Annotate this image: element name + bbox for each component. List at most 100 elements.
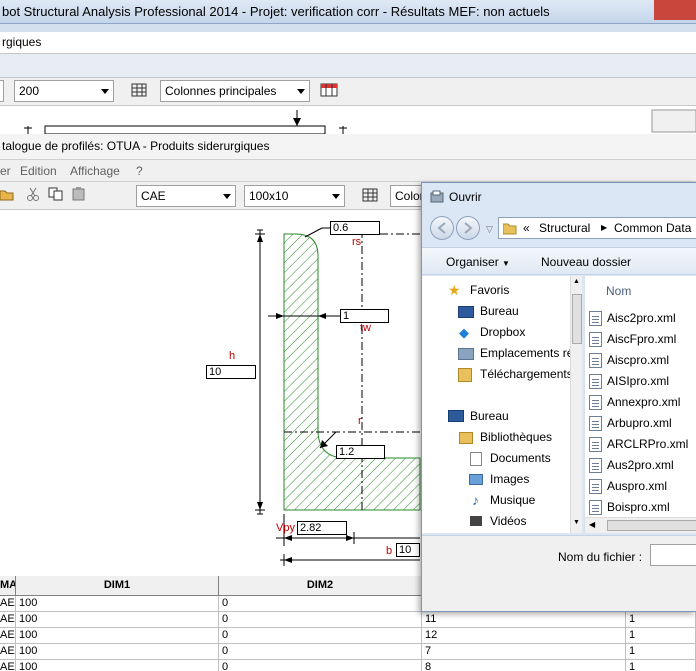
- nav-favorites[interactable]: Favoris: [470, 280, 509, 300]
- menu-file[interactable]: er: [0, 164, 11, 178]
- file-item[interactable]: Auspro.xml: [607, 476, 667, 496]
- filename-bar: Nom du fichier :: [422, 535, 696, 611]
- file-item[interactable]: Aiscpro.xml: [607, 350, 669, 370]
- cell-ma: AE: [0, 644, 16, 660]
- folder-icon: [502, 221, 517, 235]
- nav-fav-bureau[interactable]: Bureau: [480, 301, 519, 321]
- tw-input[interactable]: 1: [340, 309, 389, 323]
- table-icon[interactable]: [131, 82, 149, 100]
- h-label: h: [229, 350, 236, 362]
- cell-ma: AE: [0, 628, 16, 644]
- menu-help[interactable]: ?: [136, 164, 143, 178]
- nav-fav-downloads[interactable]: Téléchargements: [480, 364, 573, 384]
- table-row[interactable]: AE 100 0 7 1: [0, 644, 696, 660]
- h-input[interactable]: 10: [206, 365, 256, 379]
- file-item[interactable]: Arbupro.xml: [607, 413, 672, 433]
- nav-scroll-thumb[interactable]: [572, 294, 582, 344]
- xml-file-icon: [589, 437, 602, 452]
- main-window-frame: [0, 24, 696, 32]
- table-icon[interactable]: [362, 187, 380, 205]
- profile-combo[interactable]: 100x10: [244, 185, 345, 207]
- scroll-down-icon[interactable]: ▼: [573, 519, 580, 526]
- file-item[interactable]: ARCLRPro.xml: [607, 434, 688, 454]
- cell-col5: 1: [626, 612, 696, 628]
- new-folder-button[interactable]: Nouveau dossier: [541, 255, 631, 269]
- chevron-down-icon: [332, 194, 340, 199]
- paste-icon[interactable]: [71, 187, 89, 205]
- menu-edition[interactable]: Edition: [20, 164, 57, 178]
- main-window-title: bot Structural Analysis Professional 201…: [2, 4, 550, 19]
- table-settings-icon[interactable]: [320, 82, 338, 100]
- nav-images[interactable]: Images: [490, 469, 529, 489]
- file-hscrollbar[interactable]: ◀: [585, 517, 696, 533]
- columns-combo[interactable]: Colonnes principales: [160, 80, 310, 102]
- dialog-command-bar: Organiser ▼ Nouveau dossier: [422, 247, 696, 275]
- scroll-left-icon[interactable]: ◀: [589, 520, 595, 529]
- cut-icon[interactable]: [26, 187, 44, 205]
- file-item[interactable]: AISIpro.xml: [607, 371, 669, 391]
- cell-col5: 1: [626, 660, 696, 671]
- nav-scrollbar[interactable]: ▲ ▼: [570, 276, 582, 533]
- music-icon: ♪: [472, 492, 479, 508]
- r-label: r: [358, 415, 362, 427]
- table-row[interactable]: AE 100 0 11 1: [0, 612, 696, 628]
- back-button[interactable]: [430, 216, 454, 240]
- file-list: Nom Aisc2pro.xml AiscFpro.xml Aiscpro.xml A…: [584, 276, 696, 533]
- cell-col5: 1: [626, 628, 696, 644]
- file-item[interactable]: Aisc2pro.xml: [607, 308, 676, 328]
- desktop-icon: [448, 410, 464, 422]
- path-separator-icon: ▶: [601, 223, 608, 232]
- nav-libraries[interactable]: Bibliothèques: [480, 427, 552, 447]
- menu-affichage[interactable]: Affichage: [70, 164, 120, 178]
- cell-col5: 1: [626, 644, 696, 660]
- downloads-icon: [458, 368, 472, 382]
- rs-input[interactable]: 0.6: [330, 221, 380, 235]
- vpy-input[interactable]: 2.82: [297, 521, 347, 535]
- file-item[interactable]: Annexpro.xml: [607, 392, 680, 412]
- family-combo[interactable]: CAE: [136, 185, 236, 207]
- nav-musique[interactable]: Musique: [490, 490, 535, 510]
- filename-input[interactable]: [650, 544, 696, 566]
- catalog-title-bar: talogue de profilés: OTUA - Produits sid…: [0, 134, 696, 160]
- organize-button[interactable]: Organiser ▼: [446, 255, 510, 269]
- file-hscroll-thumb[interactable]: [607, 520, 696, 531]
- open-folder-icon[interactable]: [0, 187, 18, 205]
- cell-col4: 7: [422, 644, 626, 660]
- b-label: b: [386, 545, 393, 557]
- nav-documents[interactable]: Documents: [490, 448, 551, 468]
- cell-ma: AE: [0, 660, 16, 671]
- path-common-data[interactable]: Common Data: [614, 218, 691, 238]
- filename-label: Nom du fichier :: [558, 550, 643, 564]
- file-item[interactable]: AiscFpro.xml: [607, 329, 676, 349]
- table-row[interactable]: AE 100 0 8 1: [0, 660, 696, 671]
- header-ma[interactable]: MA: [0, 576, 16, 596]
- nav-fav-dropbox[interactable]: Dropbox: [480, 322, 525, 342]
- header-dim2[interactable]: DIM2: [219, 576, 422, 596]
- videos-icon: [470, 516, 482, 526]
- nav-fav-emplacements[interactable]: Emplacements ré: [480, 343, 573, 363]
- copy-icon[interactable]: [48, 187, 66, 205]
- cell-col4: 11: [422, 612, 626, 628]
- header-dim1[interactable]: DIM1: [16, 576, 219, 596]
- cell-col4: 12: [422, 628, 626, 644]
- b-input[interactable]: 10: [396, 543, 420, 557]
- r-input[interactable]: 1.2: [336, 445, 385, 459]
- path-overflow[interactable]: «: [523, 218, 530, 238]
- forward-button[interactable]: [456, 216, 480, 240]
- cell-dim1: 100: [16, 596, 219, 612]
- close-window-button[interactable]: [654, 0, 696, 20]
- family-combo-text: CAE: [141, 189, 166, 203]
- file-item[interactable]: Boispro.xml: [607, 497, 670, 517]
- path-structural[interactable]: Structural: [539, 218, 590, 238]
- table-row[interactable]: AE 100 0 12 1: [0, 628, 696, 644]
- address-bar[interactable]: « Structural ▶ Common Data: [498, 217, 696, 239]
- size-combo[interactable]: [0, 80, 4, 102]
- history-dropdown-icon[interactable]: ▽: [486, 224, 493, 235]
- nav-videos[interactable]: Vidéos: [490, 511, 526, 529]
- column-header-name[interactable]: Nom: [606, 284, 631, 298]
- profile-combo-text: 100x10: [249, 189, 289, 203]
- nav-bureau[interactable]: Bureau: [470, 406, 509, 426]
- file-item[interactable]: Aus2pro.xml: [607, 455, 674, 475]
- scroll-up-icon[interactable]: ▲: [573, 278, 580, 285]
- value-combo[interactable]: 200: [14, 80, 114, 102]
